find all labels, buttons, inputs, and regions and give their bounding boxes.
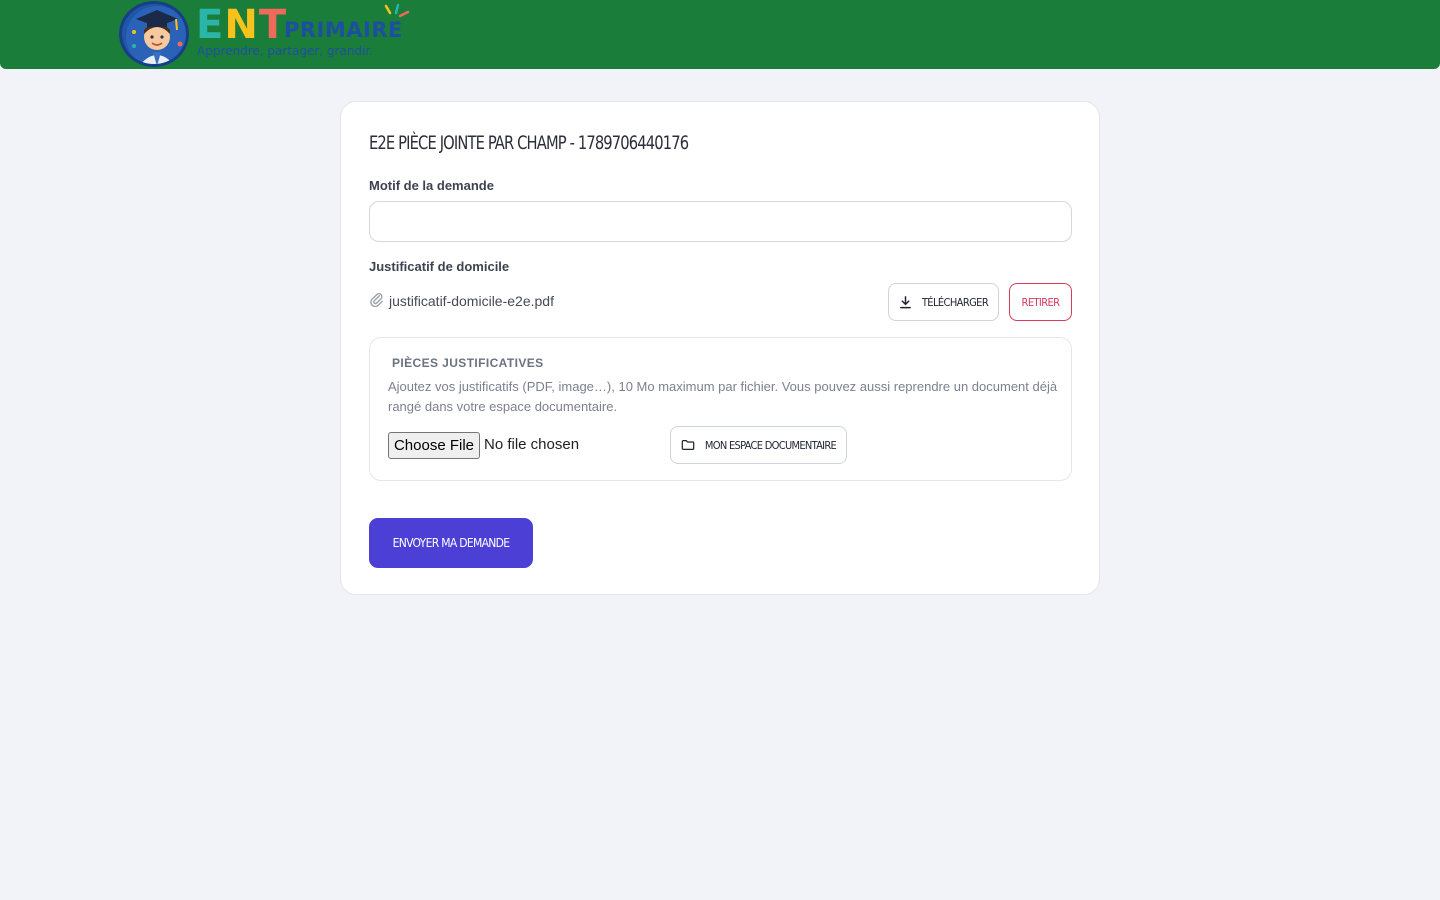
download-button[interactable]: Télécharger <box>888 283 999 321</box>
folder-icon <box>681 440 695 450</box>
remove-button[interactable]: Retirer <box>1009 283 1072 321</box>
attached-file-name[interactable]: justificatif-domicile-e2e.pdf <box>389 293 554 309</box>
document-space-button[interactable]: Mon espace documentaire <box>670 426 847 464</box>
submit-button[interactable]: Envoyer ma demande <box>369 518 533 568</box>
top-header: ENT PRIMAIRE Apprendre, partager, grandi… <box>0 0 1440 69</box>
section-title: PIÈCES JUSTIFICATIVES <box>392 356 544 370</box>
motif-input[interactable] <box>369 201 1072 242</box>
supporting-documents-section: PIÈCES JUSTIFICATIVES Ajoutez vos justif… <box>369 337 1072 481</box>
attached-file-row: justificatif-domicile-e2e.pdf <box>369 292 554 310</box>
file-status: No file chosen <box>484 436 580 453</box>
paperclip-icon <box>369 292 384 310</box>
form-title: E2E pièce jointe par champ - 17897064401… <box>369 132 689 154</box>
logo-wordmark: ENT <box>196 2 288 48</box>
graduate-avatar-icon <box>119 1 189 67</box>
logo-tagline: Apprendre, partager, grandir. <box>197 44 374 58</box>
choose-file-button[interactable]: Choose File <box>388 432 480 459</box>
section-description: Ajoutez vos justificatifs (PDF, image…),… <box>388 379 1058 414</box>
request-form-card: E2E pièce jointe par champ - 17897064401… <box>340 101 1100 595</box>
justificatif-label: Justificatif de domicile <box>369 259 510 274</box>
ent-logo[interactable]: ENT PRIMAIRE Apprendre, partager, grandi… <box>119 0 419 69</box>
document-space-label: Mon espace documentaire <box>704 438 837 452</box>
sparkle-icon <box>384 4 410 18</box>
download-label: Télécharger <box>921 295 989 309</box>
motif-label: Motif de la demande <box>369 178 494 193</box>
download-icon <box>899 295 911 308</box>
remove-label: Retirer <box>1021 295 1060 309</box>
